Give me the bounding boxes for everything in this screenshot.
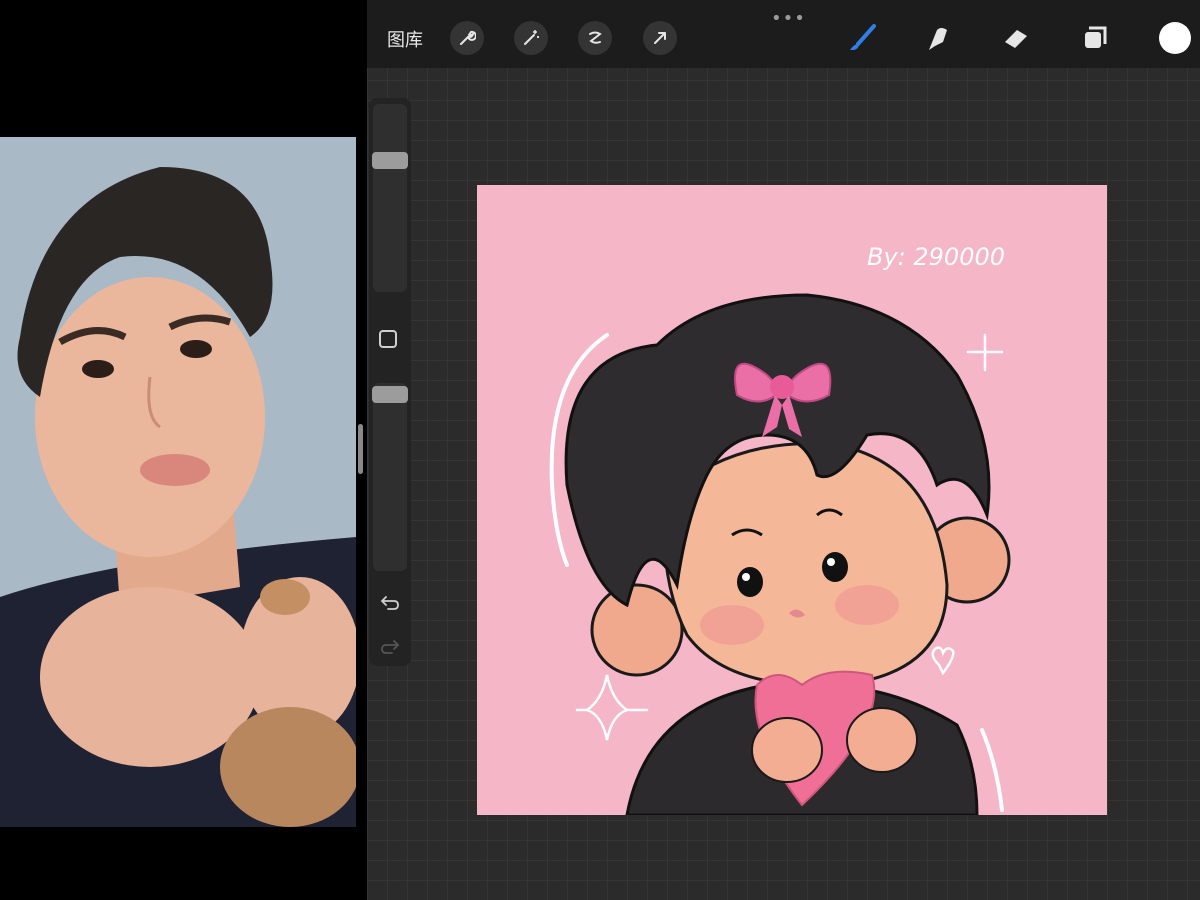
modify-square-icon[interactable] [379, 330, 397, 348]
artist-signature: By: 290000 [867, 237, 1007, 297]
gallery-button[interactable]: 图库 [387, 26, 423, 52]
magic-wand-icon[interactable] [514, 21, 548, 55]
redo-icon[interactable] [378, 636, 402, 656]
side-toolbar [369, 98, 411, 666]
ellipsis-icon[interactable]: ••• [771, 8, 806, 29]
brush-size-slider[interactable] [372, 104, 408, 292]
brush-size-thumb[interactable] [372, 151, 408, 169]
wrench-icon[interactable] [450, 21, 484, 55]
smudge-icon[interactable] [921, 20, 957, 56]
undo-icon[interactable] [378, 592, 402, 612]
layers-icon[interactable] [1077, 20, 1113, 56]
color-picker-button[interactable] [1159, 22, 1191, 54]
selection-icon[interactable] [578, 21, 612, 55]
brush-icon[interactable] [844, 20, 880, 56]
reference-photo [0, 137, 356, 827]
eraser-icon[interactable] [999, 20, 1035, 56]
svg-text:By: 290000: By: 290000 [867, 243, 1005, 271]
transform-arrow-icon[interactable] [643, 21, 677, 55]
opacity-slider[interactable] [372, 383, 408, 571]
top-toolbar: ••• 图库 [367, 0, 1200, 68]
opacity-thumb[interactable] [372, 386, 408, 404]
drawing-canvas[interactable]: By: 290000 [477, 185, 1107, 815]
split-view-handle[interactable] [358, 424, 363, 474]
reference-pane [0, 0, 367, 900]
chibi-illustration [549, 293, 1011, 815]
